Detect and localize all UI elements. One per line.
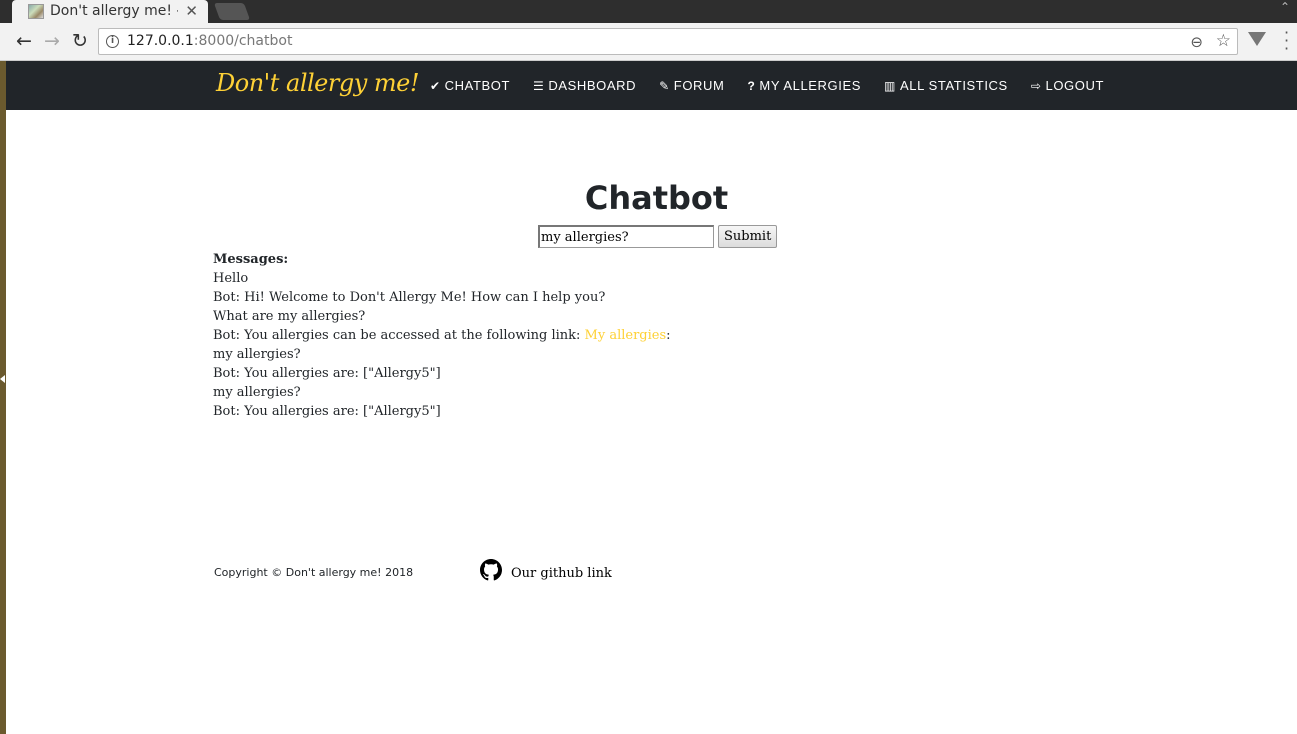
nav-link-chatbot[interactable]: ✔ CHATBOT — [430, 78, 510, 93]
messages-title: Messages: — [213, 252, 289, 267]
bookmark-star-icon[interactable]: ☆ — [1216, 29, 1231, 54]
brand-logo[interactable]: Don't allergy me! — [216, 69, 420, 97]
message-line: my allergies? — [213, 347, 301, 362]
nav-link-label: FORUM — [673, 78, 725, 93]
edit-icon: ✎ — [659, 78, 670, 93]
message-line: What are my allergies? — [213, 309, 366, 324]
side-panel-arrow-icon[interactable] — [0, 375, 5, 383]
nav-link-label: LOGOUT — [1045, 78, 1104, 93]
my-allergies-link[interactable]: My allergies — [585, 328, 667, 343]
window-control-icon[interactable]: ⌃ — [1280, 0, 1295, 15]
message-line-with-link: Bot: You allergies can be accessed at th… — [213, 326, 671, 345]
message-line: my allergies? — [213, 385, 301, 400]
check-icon: ✔ — [430, 78, 441, 93]
message-line: Hello — [213, 271, 249, 286]
nav-link-label: MY ALLERGIES — [759, 78, 862, 93]
nav-link-my-allergies[interactable]: ? MY ALLERGIES — [747, 78, 861, 93]
nav-link-label: DASHBOARD — [548, 78, 637, 93]
page-content: Don't allergy me! ✔ CHATBOT ☰ DASHBOARD … — [6, 61, 1297, 734]
info-icon[interactable]: i — [106, 35, 119, 48]
close-icon[interactable]: ✕ — [185, 0, 198, 22]
new-tab-button[interactable] — [213, 3, 251, 20]
nav-link-logout[interactable]: ⇨ LOGOUT — [1031, 78, 1104, 93]
tab-title: Don't allergy me! - \ — [50, 3, 178, 19]
url-host: 127.0.0.1 — [127, 33, 194, 49]
back-arrow-icon[interactable]: ← — [13, 30, 35, 52]
browser-tabstrip: Don't allergy me! - \ ✕ ⌃ — [0, 0, 1297, 23]
nav-link-label: ALL STATISTICS — [899, 78, 1008, 93]
extension-icon[interactable] — [1248, 32, 1266, 46]
github-link-label: Our github link — [511, 566, 612, 581]
message-text: Bot: You allergies can be accessed at th… — [213, 328, 585, 343]
chat-form: Submit — [538, 225, 778, 248]
nav-link-dashboard[interactable]: ☰ DASHBOARD — [533, 78, 636, 93]
bar-chart-icon: ▥ — [884, 78, 896, 93]
sign-out-icon: ⇨ — [1030, 78, 1042, 93]
list-icon: ☰ — [533, 78, 545, 93]
site-navbar: Don't allergy me! ✔ CHATBOT ☰ DASHBOARD … — [6, 61, 1297, 110]
zoom-icon[interactable]: ⊖ — [1190, 30, 1203, 55]
submit-button[interactable]: Submit — [718, 225, 778, 248]
message-line: Bot: You allergies are: ["Allergy5"] — [213, 366, 441, 381]
browser-menu-icon[interactable]: · · · — [1284, 25, 1289, 57]
footer-copyright: Copyright © Don't allergy me! 2018 — [214, 566, 414, 579]
github-icon — [480, 559, 502, 581]
nav-link-all-statistics[interactable]: ▥ ALL STATISTICS — [884, 78, 1008, 93]
nav-links: ✔ CHATBOT ☰ DASHBOARD ✎ FORUM ? MY ALLER… — [430, 61, 1127, 110]
browser-tab[interactable]: Don't allergy me! - \ ✕ — [12, 0, 208, 23]
message-link-suffix: : — [666, 328, 671, 343]
chat-input[interactable] — [538, 225, 714, 248]
url-path: :8000/chatbot — [193, 33, 293, 49]
question-icon: ? — [747, 78, 756, 93]
nav-link-forum[interactable]: ✎ FORUM — [659, 78, 724, 93]
address-bar[interactable]: i 127.0.0.1:8000/chatbot ⊖ ☆ — [98, 28, 1238, 55]
nav-link-label: CHATBOT — [444, 78, 511, 93]
messages-list: Messages: Hello Bot: Hi! Welcome to Don'… — [213, 250, 671, 421]
message-line: Bot: You allergies are: ["Allergy5"] — [213, 404, 441, 419]
browser-toolbar: ← → ↻ i 127.0.0.1:8000/chatbot ⊖ ☆ · · · — [0, 23, 1297, 61]
message-line: Bot: Hi! Welcome to Don't Allergy Me! Ho… — [213, 290, 606, 305]
favicon-icon — [28, 4, 44, 19]
page-title: Chatbot — [584, 179, 729, 217]
reload-icon[interactable]: ↻ — [69, 30, 91, 52]
forward-arrow-icon[interactable]: → — [41, 30, 63, 52]
github-link[interactable]: Our github link — [480, 559, 612, 581]
